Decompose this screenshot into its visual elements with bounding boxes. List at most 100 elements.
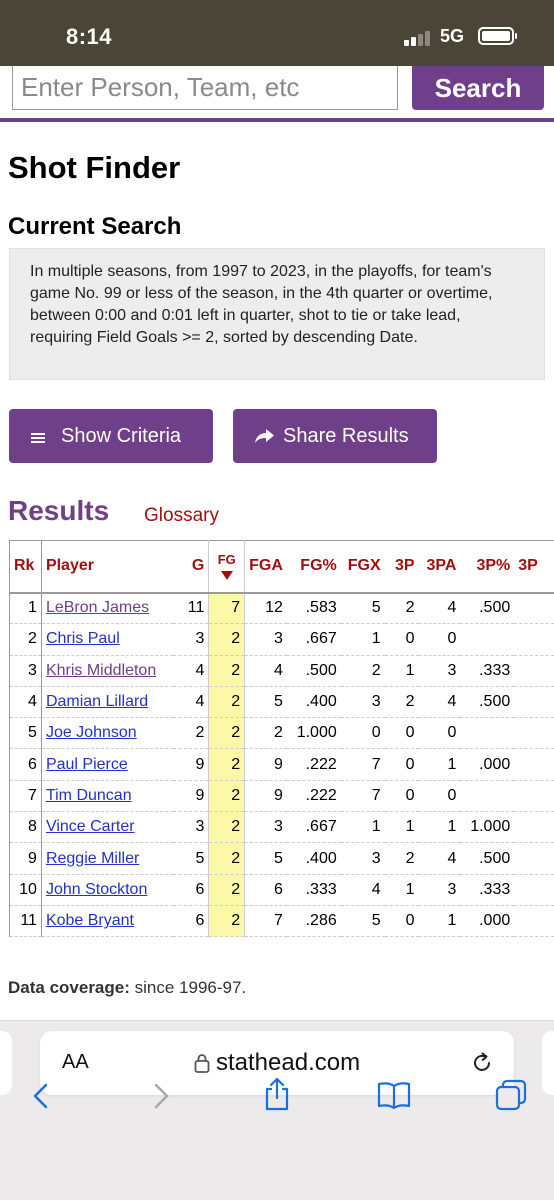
column-header-3p-extra[interactable]: 3P bbox=[514, 540, 554, 594]
cell-3pa: 0 bbox=[418, 623, 461, 656]
cell-fg: 2 bbox=[208, 686, 246, 719]
cell-fga: 4 bbox=[244, 655, 287, 687]
cell-3pa: 4 bbox=[418, 592, 461, 625]
cell-3p-extra bbox=[514, 874, 554, 906]
cell-g: 4 bbox=[173, 655, 209, 687]
player-link[interactable]: Joe Johnson bbox=[46, 724, 137, 741]
cell-fg: 2 bbox=[208, 874, 246, 906]
show-criteria-button[interactable]: Show Criteria bbox=[9, 409, 213, 463]
cell-g: 9 bbox=[173, 780, 209, 813]
cell-3p: 2 bbox=[384, 842, 419, 875]
share-results-button[interactable]: Share Results bbox=[233, 409, 437, 463]
forward-icon[interactable] bbox=[150, 1082, 172, 1110]
cell-fg-pct: .400 bbox=[286, 686, 341, 719]
results-table-container[interactable]: Rk Player G FG FGA FG% FGX 3P 3PA 3P% 3P… bbox=[9, 540, 554, 937]
cell-fg: 2 bbox=[208, 623, 246, 656]
table-row: 2 Chris Paul 3 2 3.667 1 0 0 bbox=[9, 623, 554, 656]
cell-3p-extra bbox=[514, 592, 554, 625]
cell-fga: 5 bbox=[244, 686, 287, 719]
cell-g: 6 bbox=[173, 874, 209, 906]
reload-icon[interactable] bbox=[470, 1051, 494, 1075]
column-header-fga[interactable]: FGA bbox=[244, 540, 287, 594]
cell-fgx: 5 bbox=[340, 905, 385, 937]
column-header-3pa[interactable]: 3PA bbox=[418, 540, 461, 594]
cell-rank: 9 bbox=[9, 842, 42, 875]
player-link[interactable]: Khris Middleton bbox=[46, 662, 156, 679]
lock-icon bbox=[194, 1054, 210, 1073]
cell-player: Vince Carter bbox=[41, 811, 174, 844]
header-divider bbox=[0, 118, 554, 122]
cell-player: Paul Pierce bbox=[41, 748, 174, 781]
share-icon[interactable] bbox=[262, 1076, 292, 1112]
cell-fg: 2 bbox=[208, 655, 246, 687]
cell-3p-pct bbox=[460, 780, 515, 813]
player-link[interactable]: Kobe Bryant bbox=[46, 912, 134, 929]
tabs-icon[interactable] bbox=[494, 1078, 528, 1112]
back-icon[interactable] bbox=[30, 1082, 52, 1110]
cell-fga: 12 bbox=[244, 592, 287, 625]
player-link[interactable]: John Stockton bbox=[46, 881, 147, 898]
column-header-fg-pct[interactable]: FG% bbox=[286, 540, 341, 594]
player-link[interactable]: Vince Carter bbox=[46, 818, 135, 835]
battery-icon bbox=[478, 27, 517, 45]
table-row: 9 Reggie Miller 5 2 5.400 3 2 4.500 bbox=[9, 842, 554, 875]
cell-3p: 2 bbox=[384, 592, 419, 625]
cell-fg: 2 bbox=[208, 748, 246, 781]
signal-strength-icon bbox=[404, 30, 432, 46]
bookmarks-icon[interactable] bbox=[376, 1080, 412, 1110]
cell-3p-pct bbox=[460, 717, 515, 750]
cell-3pa: 1 bbox=[418, 748, 461, 781]
player-link[interactable]: Chris Paul bbox=[46, 630, 120, 647]
cell-fga: 3 bbox=[244, 811, 287, 844]
previous-tab-peek[interactable] bbox=[0, 1031, 12, 1095]
column-header-rk[interactable]: Rk bbox=[9, 540, 42, 594]
player-link[interactable]: Paul Pierce bbox=[46, 756, 128, 773]
player-link[interactable]: Tim Duncan bbox=[46, 787, 132, 804]
cell-rank: 8 bbox=[9, 811, 42, 844]
cell-fgx: 5 bbox=[340, 592, 385, 625]
data-coverage-label: Data coverage: bbox=[8, 978, 130, 997]
cell-3pa: 3 bbox=[418, 874, 461, 906]
page-title: Shot Finder bbox=[8, 150, 181, 185]
column-header-3p-pct[interactable]: 3P% bbox=[460, 540, 515, 594]
cell-3p-extra bbox=[514, 811, 554, 844]
cell-3p-pct: .000 bbox=[460, 905, 515, 937]
cell-3pa: 4 bbox=[418, 842, 461, 875]
cell-fga: 6 bbox=[244, 874, 287, 906]
cell-3pa: 4 bbox=[418, 686, 461, 719]
cell-player: LeBron James bbox=[41, 592, 174, 625]
cell-g: 5 bbox=[173, 842, 209, 875]
next-tab-peek[interactable] bbox=[542, 1031, 554, 1095]
cell-fg-pct: .583 bbox=[286, 592, 341, 625]
search-input[interactable] bbox=[12, 66, 398, 110]
cell-3p-extra bbox=[514, 748, 554, 781]
cell-g: 6 bbox=[173, 905, 209, 937]
cell-fgx: 1 bbox=[340, 811, 385, 844]
cell-fga: 5 bbox=[244, 842, 287, 875]
cell-fg: 2 bbox=[208, 905, 246, 937]
cell-3p: 0 bbox=[384, 905, 419, 937]
cell-player: Damian Lillard bbox=[41, 686, 174, 719]
search-button[interactable]: Search bbox=[412, 66, 544, 110]
menu-icon bbox=[31, 433, 45, 443]
cell-3p: 0 bbox=[384, 748, 419, 781]
cell-player: John Stockton bbox=[41, 874, 174, 906]
column-header-player[interactable]: Player bbox=[41, 540, 174, 594]
player-link[interactable]: LeBron James bbox=[46, 599, 149, 616]
data-coverage-note: Data coverage: since 1996-97. bbox=[8, 978, 246, 998]
cell-player: Kobe Bryant bbox=[41, 905, 174, 937]
glossary-link[interactable]: Glossary bbox=[144, 505, 219, 527]
share-arrow-icon bbox=[255, 429, 274, 443]
cell-player: Tim Duncan bbox=[41, 780, 174, 813]
column-header-3p[interactable]: 3P bbox=[384, 540, 419, 594]
column-header-fgx[interactable]: FGX bbox=[340, 540, 385, 594]
reader-options-button[interactable]: AA bbox=[62, 1051, 89, 1074]
player-link[interactable]: Damian Lillard bbox=[46, 693, 148, 710]
player-link[interactable]: Reggie Miller bbox=[46, 850, 139, 867]
cell-3p-pct: .500 bbox=[460, 592, 515, 625]
cell-fga: 9 bbox=[244, 780, 287, 813]
cell-rank: 6 bbox=[9, 748, 42, 781]
column-header-fg[interactable]: FG bbox=[208, 540, 246, 594]
cell-g: 3 bbox=[173, 811, 209, 844]
column-header-g[interactable]: G bbox=[173, 540, 209, 594]
